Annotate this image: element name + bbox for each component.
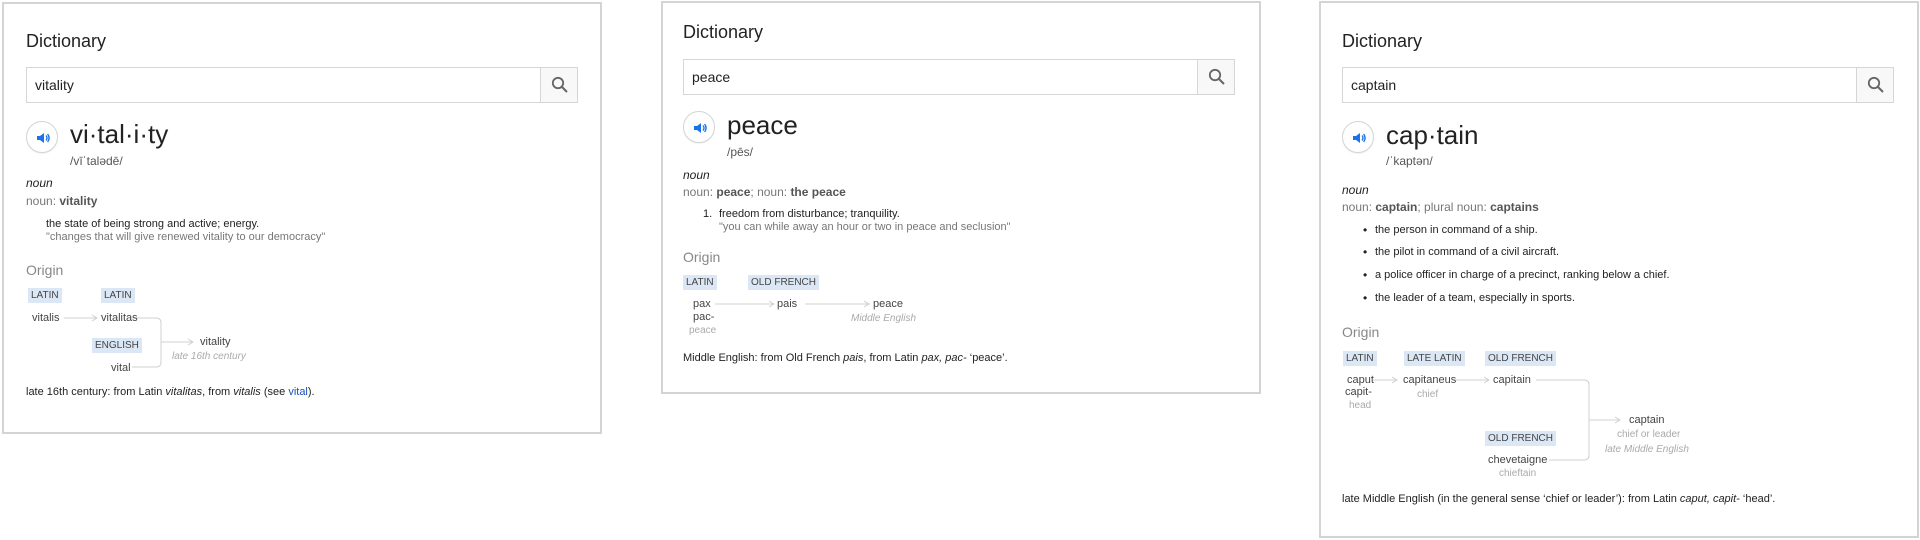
etymology-word: vitalitas: [101, 312, 138, 324]
etymology-word: vital: [111, 362, 131, 374]
see-also-link[interactable]: vital: [288, 386, 308, 398]
origin-footer: late 16th century: from Latin vitalitas,…: [26, 386, 315, 398]
etymology-gloss: chief or leader: [1617, 429, 1681, 440]
etymology-gloss: head: [1349, 400, 1372, 411]
etymology-lines: [715, 300, 870, 308]
origin-footer: Middle English: from Old French pais, fr…: [683, 352, 1008, 364]
etymology-word: capitaneus: [1403, 374, 1457, 386]
etymology-word: peace: [873, 298, 903, 310]
etymology-date: Middle English: [851, 313, 917, 324]
etymology-word: capitain: [1493, 374, 1531, 386]
etymology-gloss: chief: [1417, 389, 1439, 400]
etymology-word: pax: [693, 298, 711, 310]
etymology-gloss: peace: [689, 325, 717, 336]
etymology-word: vitality: [200, 336, 231, 348]
etymology-word: vitalis: [32, 312, 60, 324]
etymology-word: captain: [1629, 414, 1665, 426]
etymology-date: late Middle English: [1605, 444, 1689, 455]
etymology-word: chevetaigne: [1488, 454, 1548, 466]
dictionary-card-vitality: Dictionary vi·tal·i·ty /vīˈtalədē/ noun …: [2, 2, 602, 434]
etymology-date: late 16th century: [172, 351, 246, 362]
etymology-lines: [64, 314, 194, 368]
etymology-lang-tag: LATIN: [101, 288, 135, 303]
etymology-word: caput: [1347, 374, 1374, 386]
etymology-lang-tag: LATIN: [683, 275, 717, 290]
etymology-word: pais: [777, 298, 798, 310]
etymology-lang-tag: OLD FRENCH: [1485, 351, 1557, 366]
etymology-word: pac-: [693, 311, 715, 323]
etymology-lines: [1373, 376, 1621, 461]
etymology-lang-tag: OLD FRENCH: [1485, 431, 1557, 446]
origin-footer: late Middle English (in the general sens…: [1342, 493, 1776, 505]
etymology-word: capit-: [1345, 386, 1372, 398]
dictionary-card-captain: Dictionary cap·tain /ˈkaptən/ noun noun:…: [1319, 1, 1919, 538]
etymology-lang-tag: LATIN: [28, 288, 62, 303]
etymology-lang-tag: OLD FRENCH: [748, 275, 820, 290]
etymology-gloss: chieftain: [1499, 468, 1537, 479]
dictionary-card-peace: Dictionary peace /pēs/ noun noun: peace;…: [661, 1, 1261, 394]
etymology-lang-tag: LATIN: [1343, 351, 1377, 366]
etymology-lang-tag: LATE LATIN: [1404, 351, 1465, 366]
etymology-lang-tag: ENGLISH: [92, 338, 142, 353]
